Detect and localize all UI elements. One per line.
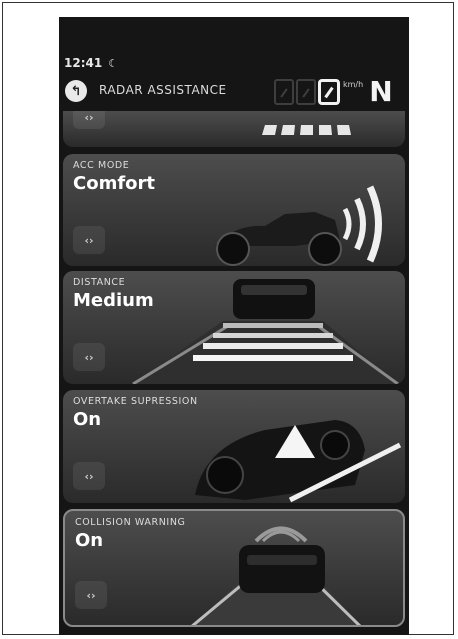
chevrons-icon: ‹› <box>84 350 94 364</box>
speed-unit: km/h <box>343 80 364 89</box>
car-collision-icon <box>191 526 362 625</box>
toggle-button[interactable]: ‹› <box>73 462 105 490</box>
car-warning-icon <box>195 420 402 503</box>
toggle-button[interactable]: ‹› <box>73 226 105 254</box>
chevrons-icon: ‹› <box>86 588 96 602</box>
gear-indicator: N <box>369 75 393 108</box>
card-acc-mode[interactable]: ACC MODE Comfort ‹› <box>63 154 405 266</box>
card-label: COLLISION WARNING <box>75 517 186 528</box>
toggle-button[interactable]: ‹› <box>75 581 107 609</box>
card-value: On <box>75 530 104 551</box>
toggle-button[interactable]: ‹› <box>73 343 105 371</box>
toggle-button[interactable]: ‹› <box>73 111 105 129</box>
road-marks-icon <box>262 125 351 135</box>
card-label: ACC MODE <box>73 160 130 171</box>
app-screen: 12:41 ☾ ↰ RADAR ASSISTANCE 0 km/h N ‹› <box>59 17 409 635</box>
chevrons-icon: ‹› <box>84 469 94 483</box>
chevrons-icon: ‹› <box>84 111 94 124</box>
speed-digit-active: 0 <box>318 79 340 105</box>
card-label: OVERTAKE SUPRESSION <box>73 396 198 407</box>
motorcycle-radar-icon <box>215 185 382 266</box>
header: ↰ RADAR ASSISTANCE 0 km/h N <box>59 77 409 111</box>
speed-digit-inactive <box>274 79 294 105</box>
speedometer: 0 km/h N <box>274 74 393 110</box>
card-value: On <box>73 409 102 430</box>
card-scrolled[interactable]: ‹› <box>63 111 405 147</box>
chevrons-icon: ‹› <box>84 233 94 247</box>
page-title: RADAR ASSISTANCE <box>99 83 227 97</box>
moon-icon: ☾ <box>108 57 119 70</box>
card-collision-warning[interactable]: COLLISION WARNING On ‹› <box>63 509 405 627</box>
card-overtake-supression[interactable]: OVERTAKE SUPRESSION On ‹› <box>63 390 405 503</box>
card-value: Medium <box>73 290 154 311</box>
status-bar: 12:41 ☾ <box>64 56 118 70</box>
card-label: DISTANCE <box>73 277 126 288</box>
card-distance[interactable]: DISTANCE Medium ‹› <box>63 271 405 384</box>
back-arrow-icon: ↰ <box>70 83 82 99</box>
speed-digit-inactive <box>296 79 316 105</box>
back-button[interactable]: ↰ <box>65 80 87 102</box>
card-value: Comfort <box>73 173 156 194</box>
clock: 12:41 <box>64 56 103 70</box>
